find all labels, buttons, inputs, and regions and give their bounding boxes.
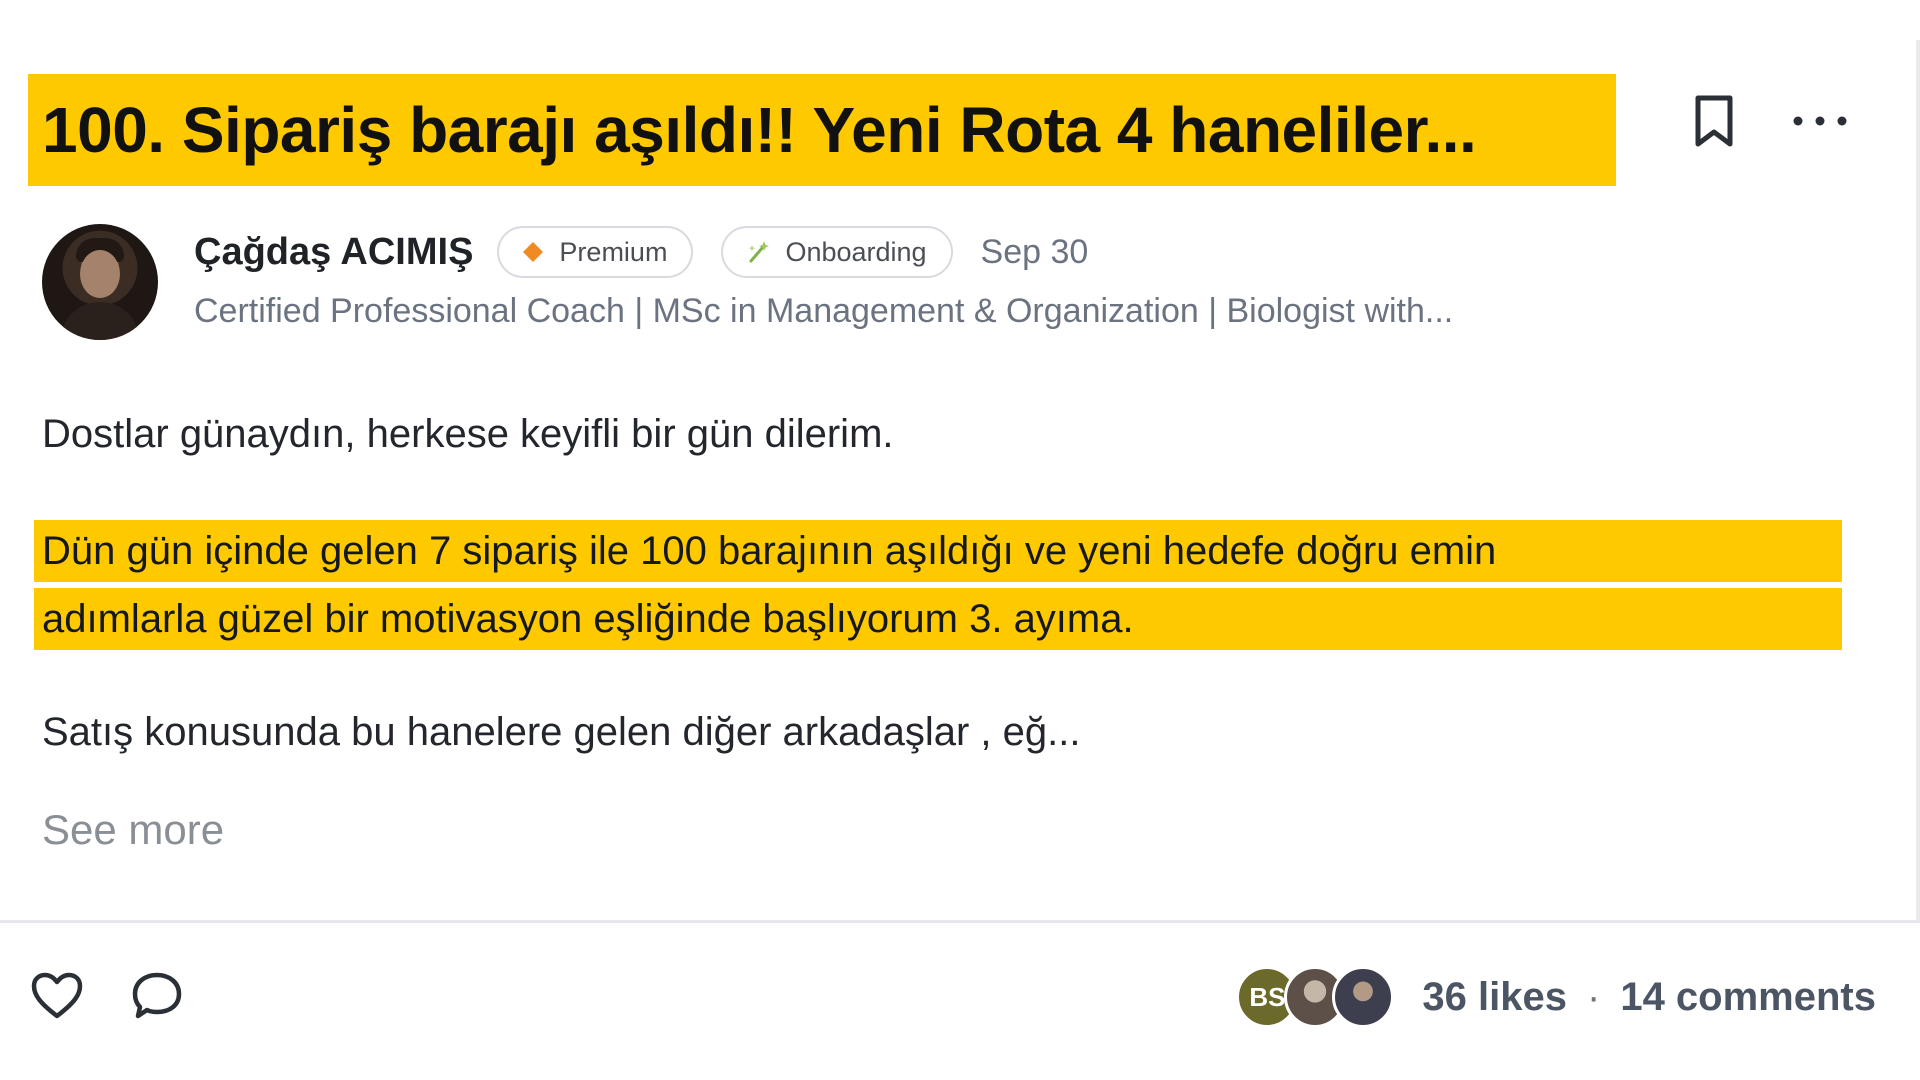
heart-icon bbox=[31, 972, 83, 1019]
highlighted-line: adımlarla güzel bir motivasyon eşliğinde… bbox=[34, 588, 1842, 650]
reaction-actions bbox=[30, 970, 184, 1022]
sparkle-icon bbox=[745, 239, 771, 265]
post-title[interactable]: 100. Sipariş barajı aşıldı!! Yeni Rota 4… bbox=[28, 74, 1616, 186]
post-card: 100. Sipariş barajı aşıldı!! Yeni Rota 4… bbox=[0, 0, 1920, 1080]
likes-count[interactable]: 36 likes bbox=[1422, 975, 1567, 1020]
more-options-button[interactable] bbox=[1792, 113, 1848, 129]
bookmark-icon bbox=[1695, 95, 1733, 147]
post-paragraph: Dostlar günaydın, herkese keyifli bir gü… bbox=[42, 412, 894, 456]
bookmark-button[interactable] bbox=[1692, 94, 1736, 148]
see-more-link[interactable]: See more bbox=[42, 806, 224, 854]
author-name[interactable]: Çağdaş ACIMIŞ bbox=[194, 231, 473, 274]
engagement-summary: BS 36 likes · 14 comments bbox=[1236, 962, 1876, 1032]
badge-premium-label: Premium bbox=[559, 236, 668, 267]
author-headline: Certified Professional Coach | MSc in Ma… bbox=[194, 292, 1454, 330]
stat-separator: · bbox=[1587, 974, 1601, 1019]
highlighted-paragraph: Dün gün içinde gelen 7 sipariş ile 100 b… bbox=[34, 520, 1842, 656]
post-date: Sep 30 bbox=[980, 232, 1089, 271]
avatar-shirt bbox=[60, 302, 140, 340]
badge-premium[interactable]: Premium bbox=[497, 226, 694, 278]
liker-avatar bbox=[1332, 966, 1395, 1028]
author-row: Çağdaş ACIMIŞ Premium Onboarding Sep 30 bbox=[194, 222, 1088, 282]
author-avatar[interactable] bbox=[42, 224, 158, 340]
highlighted-line: Dün gün içinde gelen 7 sipariş ile 100 b… bbox=[34, 520, 1842, 582]
badge-onboarding-label: Onboarding bbox=[785, 236, 927, 267]
liker-avatars[interactable]: BS bbox=[1236, 966, 1395, 1028]
badge-onboarding[interactable]: Onboarding bbox=[721, 226, 953, 278]
title-actions bbox=[1692, 94, 1848, 148]
diamond-icon bbox=[521, 240, 545, 264]
comments-count[interactable]: 14 comments bbox=[1620, 975, 1876, 1020]
footer-divider bbox=[0, 920, 1920, 923]
comment-bubble-icon bbox=[132, 972, 182, 1019]
more-horizontal-icon bbox=[1793, 116, 1847, 126]
post-paragraph-truncated: Satış konusunda bu hanelere gelen diğer … bbox=[42, 710, 1081, 754]
avatar-face bbox=[80, 250, 120, 298]
like-button[interactable] bbox=[30, 971, 84, 1021]
comment-button[interactable] bbox=[130, 970, 184, 1022]
scroll-edge bbox=[1916, 40, 1920, 920]
